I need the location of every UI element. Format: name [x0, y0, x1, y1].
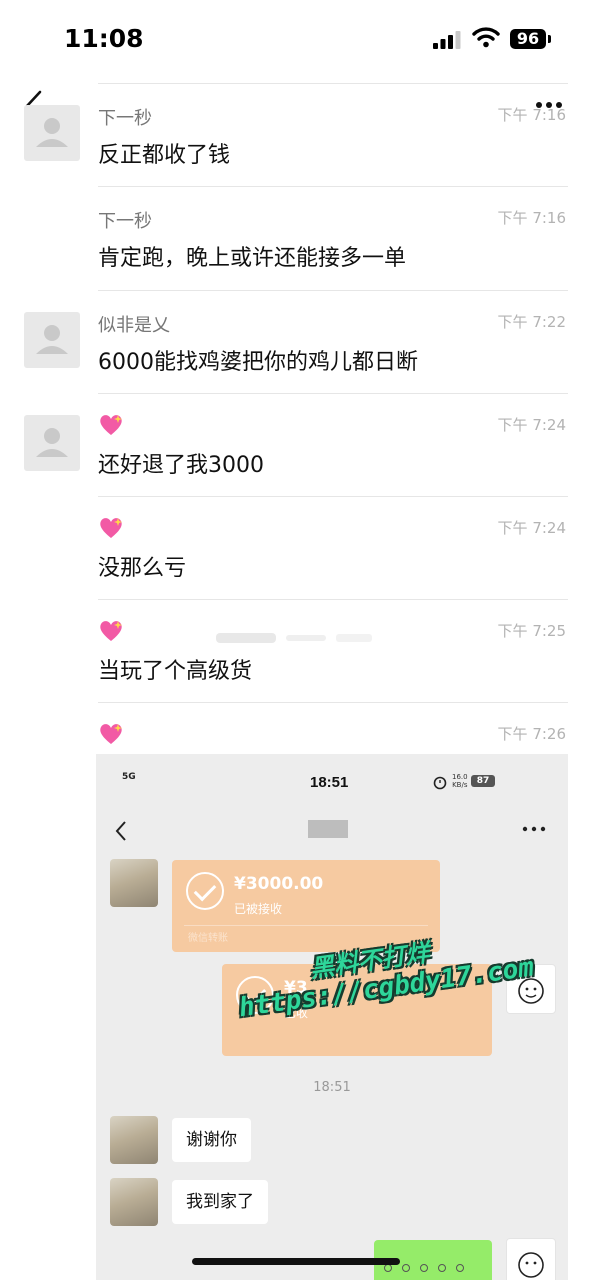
- sender-name[interactable]: 下一秒: [98, 104, 152, 130]
- check-circle-icon: [186, 872, 224, 910]
- divider: [98, 702, 568, 703]
- avatar[interactable]: [24, 415, 80, 471]
- battery-tip: [548, 35, 551, 43]
- embedded-signal: 5G: [122, 772, 136, 782]
- net-speed: 16.0 KB/s: [452, 773, 468, 789]
- embedded-more-icon: [522, 826, 546, 832]
- chat-bubble: 我到家了: [172, 1180, 268, 1224]
- embedded-back-icon: [115, 821, 126, 841]
- divider: [98, 599, 568, 600]
- message-time: 下午 7:22: [497, 313, 566, 331]
- divider: [184, 925, 428, 926]
- sparkling-heart-icon[interactable]: [98, 618, 124, 644]
- contact-avatar: [110, 1116, 158, 1164]
- transfer-footer: 微信转账: [188, 933, 228, 944]
- message-time: 下午 7:24: [497, 416, 566, 434]
- avatar[interactable]: [24, 312, 80, 368]
- message-time: 下午 7:26: [497, 725, 566, 743]
- sender-name[interactable]: 似非是乂: [98, 311, 170, 337]
- battery-level: 96: [510, 29, 546, 49]
- message-text: 没那么亏: [98, 556, 187, 581]
- default-avatar-icon: [36, 428, 68, 457]
- wifi-icon: [472, 27, 500, 48]
- message-text: 6000能找鸡婆把你的鸡儿都日断: [98, 350, 418, 375]
- message-text: 反正都收了钱: [98, 143, 231, 168]
- contact-avatar: [110, 859, 158, 907]
- divider: [98, 186, 568, 187]
- sender-name[interactable]: 下一秒: [98, 207, 152, 233]
- divider: [98, 290, 568, 291]
- divider: [98, 496, 568, 497]
- message-time: 下午 7:25: [497, 622, 566, 640]
- redacted-name: [216, 633, 372, 643]
- self-avatar: [506, 1238, 556, 1280]
- default-avatar-icon: [36, 325, 68, 354]
- message-time: 下午 7:16: [497, 106, 566, 124]
- signal-icon: [433, 31, 461, 49]
- avatar[interactable]: [24, 105, 80, 161]
- sparkling-heart-icon[interactable]: [98, 412, 124, 438]
- message-time: 下午 7:16: [497, 209, 566, 227]
- status-time: 11:08: [64, 24, 144, 53]
- message-text: 肯定跑，晚上或许还能接多一单: [98, 246, 407, 271]
- default-avatar-icon: [36, 118, 68, 147]
- sparkling-heart-icon[interactable]: [98, 515, 124, 541]
- cartoon-avatar-icon: [518, 1252, 544, 1278]
- contact-avatar: [110, 1178, 158, 1226]
- alarm-icon: [433, 776, 447, 790]
- chat-bubble: 谢谢你: [172, 1118, 251, 1162]
- embedded-status-time: 18:51: [310, 774, 349, 791]
- sparkling-heart-icon[interactable]: [98, 721, 124, 747]
- message-time: 下午 7:24: [497, 519, 566, 537]
- embedded-battery: 87: [471, 775, 495, 787]
- divider: [98, 83, 568, 84]
- message-text: 当玩了个高级货: [98, 659, 253, 684]
- transfer-amount: ¥3000.00: [234, 874, 324, 894]
- divider: [98, 393, 568, 394]
- status-bar: 11:08 96: [0, 0, 592, 80]
- embedded-timestamp: 18:51: [313, 1080, 351, 1095]
- embedded-redacted-title: [308, 820, 348, 838]
- transfer-status: 已被接收: [234, 902, 283, 916]
- home-indicator[interactable]: [192, 1258, 400, 1265]
- message-text: 还好退了我3000: [98, 453, 264, 478]
